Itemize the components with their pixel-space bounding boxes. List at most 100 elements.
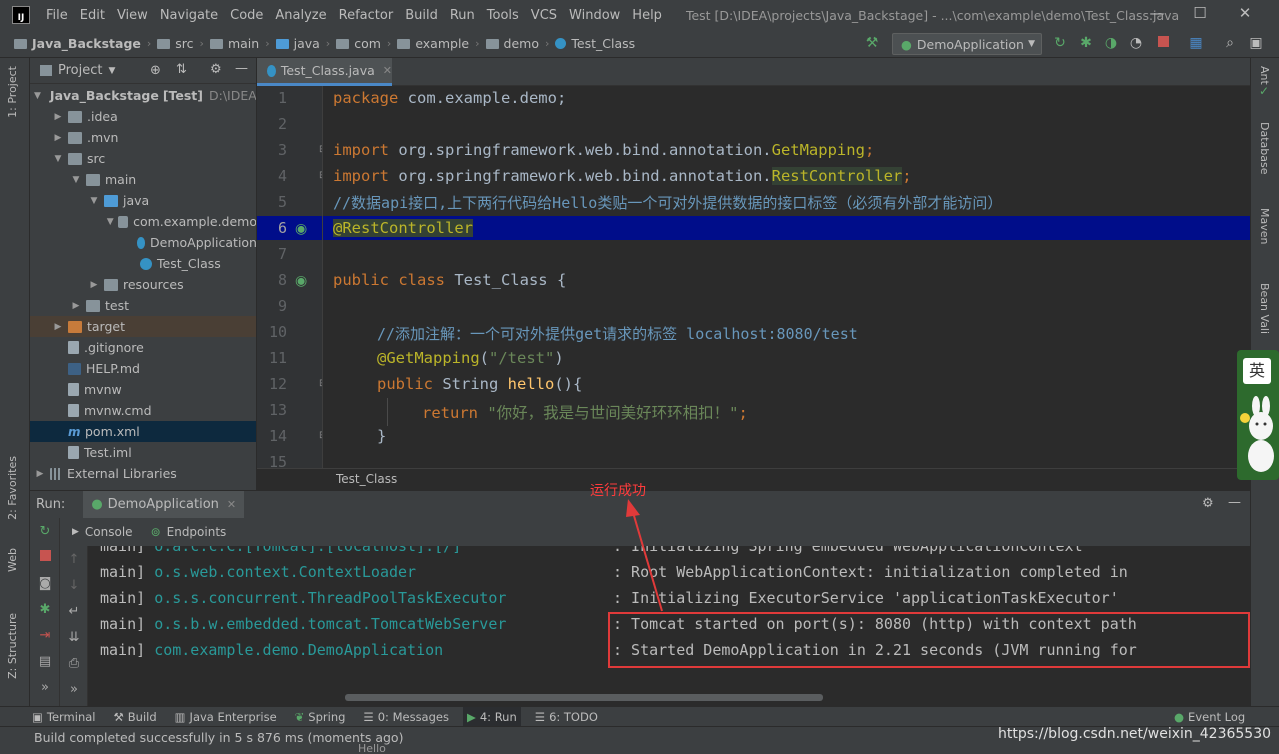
tree-item[interactable]: m pom.xml <box>30 421 256 442</box>
run-config-tab[interactable]: ● DemoApplication ✕ <box>83 490 245 519</box>
tree-item[interactable]: ▶ .mvn <box>30 127 256 148</box>
ime-language-indicator[interactable]: 英 <box>1243 358 1271 384</box>
breadcrumb-java[interactable]: java <box>275 36 320 51</box>
locate-icon[interactable]: ⊕ <box>150 63 161 78</box>
scroll-to-end-icon[interactable]: ⇊ <box>66 630 82 646</box>
chevron-down-icon[interactable]: ▼ <box>52 154 64 164</box>
close-tab-icon[interactable]: ✕ <box>383 64 392 77</box>
arrow-down-icon[interactable]: ↓ <box>66 578 82 594</box>
breadcrumb-com[interactable]: com <box>336 36 381 51</box>
build-tool-button[interactable]: ⚒ Build <box>109 707 160 727</box>
stop-icon[interactable] <box>1155 35 1171 51</box>
exit-icon[interactable]: ⇥ <box>37 628 53 644</box>
collapse-all-icon[interactable]: ⇅ <box>176 62 187 77</box>
bean-validation-tool-tab[interactable]: Bean Vali <box>1258 283 1271 334</box>
structure-tool-tab[interactable]: Z: Structure <box>6 613 19 679</box>
soft-wrap-icon[interactable]: ↵ <box>66 604 82 620</box>
favorites-tool-tab[interactable]: 2: Favorites <box>6 456 19 520</box>
ant-tool-tab[interactable]: Ant <box>1258 66 1271 85</box>
tree-item[interactable]: ▶ External Libraries <box>30 463 256 484</box>
status-message[interactable]: Build completed successfully in 5 s 876 … <box>34 730 403 745</box>
debug-icon[interactable]: ✱ <box>1078 35 1094 51</box>
chevron-right-icon[interactable]: ▶ <box>88 280 100 290</box>
rerun-icon[interactable]: ↻ <box>37 524 53 540</box>
tree-item[interactable]: ▶ resources <box>30 274 256 295</box>
ime-widget[interactable]: 英 <box>1237 350 1279 480</box>
project-tool-tab[interactable]: 1: Project <box>6 66 19 118</box>
horizontal-scrollbar[interactable] <box>345 694 823 701</box>
menu-build[interactable]: Build <box>399 8 444 23</box>
debug-icon[interactable]: ✱ <box>37 602 53 618</box>
gear-icon[interactable]: ⚙ <box>210 62 222 77</box>
menu-run[interactable]: Run <box>444 8 481 23</box>
web-tool-tab[interactable]: Web <box>6 548 19 572</box>
spring-bean-gutter-icon[interactable]: ◉ <box>295 273 307 289</box>
messages-tool-button[interactable]: ☰ 0: Messages <box>359 707 453 727</box>
close-tab-icon[interactable]: ✕ <box>227 498 236 511</box>
tree-item[interactable]: ▼ java <box>30 190 256 211</box>
chevron-right-icon[interactable]: ▶ <box>70 301 82 311</box>
tree-item[interactable]: .gitignore <box>30 337 256 358</box>
tree-item[interactable]: DemoApplication <box>30 232 256 253</box>
chevron-down-icon[interactable]: ▼ <box>70 175 82 185</box>
project-structure-icon[interactable]: ▦ <box>1188 35 1204 51</box>
chevron-down-icon[interactable]: ▼ <box>108 66 115 76</box>
camera-icon[interactable]: ◙ <box>37 576 53 592</box>
tree-item[interactable]: mvnw.cmd <box>30 400 256 421</box>
chevron-down-icon[interactable]: ▼ <box>106 217 114 227</box>
chevron-right-icon[interactable]: ▶ <box>52 322 64 332</box>
todo-tool-button[interactable]: ☰ 6: TODO <box>531 707 602 727</box>
endpoints-tab[interactable]: ⊚ Endpoints <box>151 525 227 539</box>
build-hammer-icon[interactable]: ⚒ <box>864 35 880 51</box>
tree-item[interactable]: ▼ src <box>30 148 256 169</box>
menu-file[interactable]: File <box>40 8 74 23</box>
run-configuration-select[interactable]: ● DemoApplication ▼ <box>892 33 1042 55</box>
maven-tool-tab[interactable]: Maven <box>1258 208 1271 244</box>
java-enterprise-tool-button[interactable]: ▥ Java Enterprise <box>171 707 281 727</box>
tree-item[interactable]: Test_Class <box>30 253 256 274</box>
hide-icon[interactable]: — <box>1228 495 1241 510</box>
menu-code[interactable]: Code <box>224 8 269 23</box>
tree-item[interactable]: ▶ test <box>30 295 256 316</box>
chevron-right-icon[interactable]: ▶ <box>52 112 64 122</box>
menu-vcs[interactable]: VCS <box>525 8 563 23</box>
event-log-tool-button[interactable]: ● Event Log <box>1170 707 1249 727</box>
gear-icon[interactable]: ⚙ <box>1202 496 1214 511</box>
code-editor[interactable]: package com.example.demo; import org.spr… <box>323 86 1250 468</box>
chevron-down-icon[interactable]: ▼ <box>34 91 41 101</box>
editor-breadcrumb[interactable]: Test_Class <box>257 468 1250 490</box>
more-icon[interactable]: » <box>37 680 53 696</box>
find-action-icon[interactable]: ▣ <box>1248 35 1264 51</box>
menu-help[interactable]: Help <box>626 8 668 23</box>
minimize-button[interactable]: — <box>1142 4 1172 26</box>
terminal-tool-button[interactable]: ▣ Terminal <box>28 707 99 727</box>
maximize-button[interactable]: ☐ <box>1185 4 1215 26</box>
menu-window[interactable]: Window <box>563 8 626 23</box>
breadcrumb-demo[interactable]: demo <box>485 36 539 51</box>
breadcrumb-project[interactable]: Java_Backstage <box>14 36 141 51</box>
spring-bean-gutter-icon[interactable]: ◉ <box>295 221 307 237</box>
menu-tools[interactable]: Tools <box>481 8 525 23</box>
project-panel-title[interactable]: Project <box>58 63 102 78</box>
tree-item[interactable]: ▼ com.example.demo <box>30 211 256 232</box>
menu-refactor[interactable]: Refactor <box>333 8 400 23</box>
run-with-coverage-icon[interactable]: ◑ <box>1103 35 1119 51</box>
tree-item[interactable]: ▶ .idea <box>30 106 256 127</box>
profile-icon[interactable]: ◔ <box>1128 35 1144 51</box>
restore-layout-icon[interactable]: ▤ <box>37 654 53 670</box>
print-icon[interactable]: ⎙ <box>66 656 82 672</box>
menu-view[interactable]: View <box>111 8 154 23</box>
tree-item[interactable]: Test.iml <box>30 442 256 463</box>
search-icon[interactable]: ⌕ <box>1222 35 1238 51</box>
tree-item[interactable]: ▶ target <box>30 316 256 337</box>
breadcrumb-test-class[interactable]: Test_Class <box>555 36 635 51</box>
breadcrumb-src[interactable]: src <box>157 36 194 51</box>
editor-tab-test-class[interactable]: Test_Class.java ✕ <box>257 58 392 86</box>
arrow-up-icon[interactable]: ↑ <box>66 552 82 568</box>
stop-icon[interactable] <box>37 550 53 566</box>
close-button[interactable]: ✕ <box>1230 4 1260 26</box>
menu-analyze[interactable]: Analyze <box>269 8 332 23</box>
breadcrumb-main[interactable]: main <box>209 36 259 51</box>
chevron-down-icon[interactable]: ▼ <box>88 196 100 206</box>
rerun-icon[interactable]: ↻ <box>1052 35 1068 51</box>
